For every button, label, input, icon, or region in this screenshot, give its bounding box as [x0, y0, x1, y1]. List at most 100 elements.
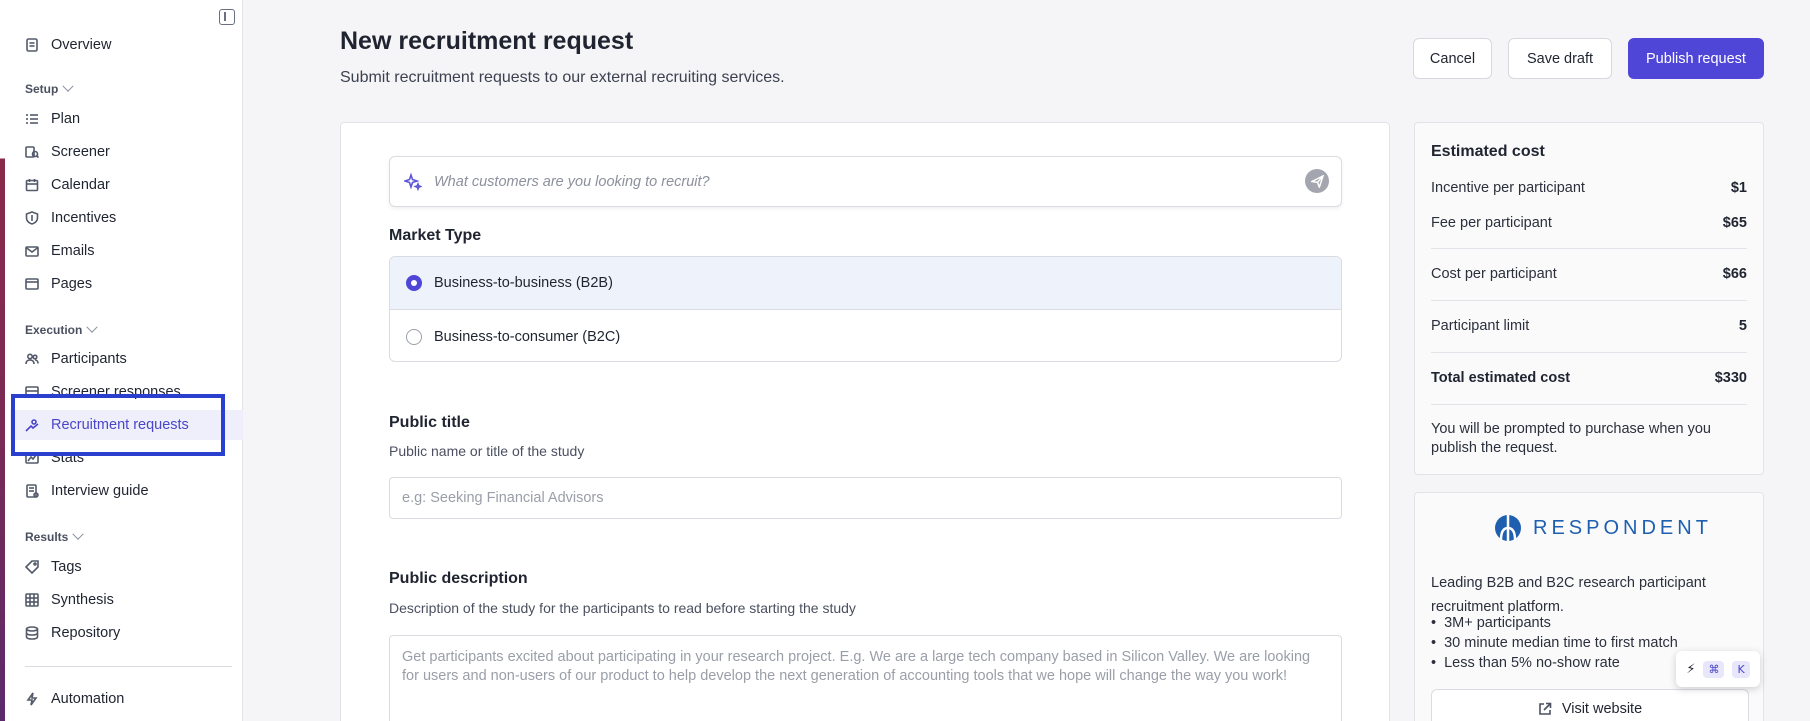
command-key: ⌘: [1703, 660, 1725, 678]
ai-prompt-placeholder: What customers are you looking to recrui…: [434, 173, 710, 190]
sidebar-item-repository[interactable]: Repository: [10, 618, 243, 648]
market-type-label: Market Type: [389, 227, 482, 244]
radio-label: Business-to-consumer (B2C): [434, 328, 621, 345]
respondent-logo-text: RESPONDENT: [1533, 516, 1712, 539]
public-title-label: Public title: [389, 414, 470, 431]
cost-value: 5: [1738, 318, 1747, 334]
cost-label: Total estimated cost: [1431, 370, 1571, 386]
bolt-icon: ⚡: [1686, 661, 1696, 677]
sidebar-item-label: Pages: [51, 276, 93, 292]
section-label: Setup: [25, 82, 59, 96]
sidebar-item-label: Synthesis: [51, 592, 114, 608]
save-draft-button[interactable]: Save draft: [1508, 38, 1612, 79]
external-link-icon: [1539, 702, 1552, 715]
document-icon: [25, 38, 39, 52]
cost-value: $66: [1722, 266, 1747, 282]
table-icon: [25, 385, 39, 399]
browser-icon: [25, 277, 39, 291]
sidebar-item-label: Participants: [51, 351, 127, 367]
sidebar-item-emails[interactable]: Emails: [10, 236, 243, 266]
visit-website-button[interactable]: Visit website: [1431, 689, 1749, 721]
list-icon: [25, 112, 39, 126]
radio-option-b2b[interactable]: Business-to-business (B2B): [390, 257, 1341, 310]
chart-icon: [25, 451, 39, 465]
radio-button[interactable]: [406, 328, 422, 345]
sidebar: Overview Setup Plan Screener Calendar In…: [5, 0, 243, 721]
sidebar-item-label: Incentives: [51, 210, 117, 226]
list-item: 3M+ participants: [1431, 613, 1751, 633]
vendor-description: Leading B2B and B2C research participant…: [1431, 575, 1706, 615]
grid-icon: [25, 593, 39, 607]
cost-row-cost-per-participant: Cost per participant $66: [1431, 266, 1747, 282]
k-key: K: [1732, 660, 1750, 678]
sidebar-item-label: Interview guide: [51, 483, 149, 499]
market-type-radio-group: Business-to-business (B2B) Business-to-c…: [389, 256, 1342, 362]
sidebar-item-overview[interactable]: Overview: [10, 30, 243, 60]
cost-label: Cost per participant: [1431, 266, 1557, 282]
cost-value: $1: [1730, 180, 1747, 196]
sidebar-item-tags[interactable]: Tags: [10, 552, 243, 582]
radio-option-b2c[interactable]: Business-to-consumer (B2C): [390, 310, 1341, 361]
shield-icon: [25, 211, 39, 225]
recruit-icon: [25, 418, 39, 432]
sidebar-item-calendar[interactable]: Calendar: [10, 170, 243, 200]
command-shortcut-pill[interactable]: ⚡ ⌘ K: [1676, 651, 1760, 687]
respondent-logo-icon: [1495, 515, 1521, 541]
sidebar-divider: [25, 666, 232, 667]
sidebar-item-label: Calendar: [51, 177, 110, 193]
cost-row-fee: Fee per participant $65: [1431, 215, 1747, 231]
cost-note: You will be prompted to purchase when yo…: [1431, 421, 1711, 456]
section-setup[interactable]: Setup: [25, 80, 75, 96]
cost-label: Incentive per participant: [1431, 180, 1585, 196]
sidebar-item-label: Overview: [51, 37, 112, 53]
sidebar-item-automation[interactable]: Automation: [10, 684, 243, 714]
public-description-textarea[interactable]: [389, 635, 1342, 721]
cost-divider: [1431, 300, 1747, 301]
sidebar-item-synthesis[interactable]: Synthesis: [10, 585, 243, 615]
radio-label: Business-to-business (B2B): [434, 275, 613, 291]
chevron-down-icon: [86, 321, 99, 333]
sidebar-item-incentives[interactable]: Incentives: [10, 203, 243, 233]
sidebar-collapse-icon[interactable]: [219, 9, 235, 25]
recruitment-form: What customers are you looking to recrui…: [340, 122, 1390, 721]
sidebar-item-label: Emails: [51, 243, 95, 259]
sidebar-item-participants[interactable]: Participants: [10, 344, 243, 374]
cost-value: $330: [1714, 370, 1747, 386]
chevron-down-icon: [72, 528, 85, 540]
section-label: Results: [25, 530, 69, 544]
sidebar-item-stats[interactable]: Stats: [10, 443, 243, 473]
cost-label: Fee per participant: [1431, 215, 1552, 231]
estimated-cost-title: Estimated cost: [1431, 143, 1545, 160]
publish-request-button[interactable]: Publish request: [1628, 38, 1764, 79]
visit-website-label: Visit website: [1561, 701, 1643, 717]
sidebar-item-screener[interactable]: Screener: [10, 137, 243, 167]
sidebar-item-plan[interactable]: Plan: [10, 104, 243, 134]
section-execution[interactable]: Execution: [25, 321, 99, 337]
cost-row-incentive: Incentive per participant $1: [1431, 180, 1747, 196]
send-icon[interactable]: [1305, 169, 1329, 193]
calendar-icon: [25, 178, 39, 192]
ai-prompt-input[interactable]: What customers are you looking to recrui…: [389, 156, 1342, 207]
sidebar-item-label: Recruitment requests: [51, 417, 189, 433]
sidebar-item-interview-guide[interactable]: Interview guide: [10, 476, 243, 506]
sidebar-item-label: Repository: [51, 625, 121, 641]
section-label: Execution: [25, 323, 83, 337]
section-results[interactable]: Results: [25, 528, 85, 544]
cost-value: $65: [1722, 215, 1747, 231]
list-item: 30 minute median time to first match: [1431, 633, 1751, 653]
sidebar-item-screener-responses[interactable]: Screener responses: [10, 377, 243, 407]
screener-icon: [25, 145, 39, 159]
sidebar-item-label: Tags: [51, 559, 82, 575]
public-description-label: Public description: [389, 570, 528, 587]
sidebar-item-pages[interactable]: Pages: [10, 269, 243, 299]
page-title: New recruitment request: [340, 27, 634, 55]
public-title-help: Public name or title of the study: [389, 443, 585, 459]
radio-button[interactable]: [406, 275, 422, 291]
database-icon: [25, 626, 39, 640]
sidebar-item-label: Screener responses: [51, 384, 181, 400]
sidebar-item-recruitment-requests[interactable]: Recruitment requests: [10, 410, 243, 440]
public-title-input[interactable]: [389, 477, 1342, 519]
respondent-logo: RESPONDENT: [1493, 513, 1712, 543]
cancel-button[interactable]: Cancel: [1413, 38, 1492, 79]
estimated-cost-panel: Estimated cost Incentive per participant…: [1414, 122, 1764, 475]
